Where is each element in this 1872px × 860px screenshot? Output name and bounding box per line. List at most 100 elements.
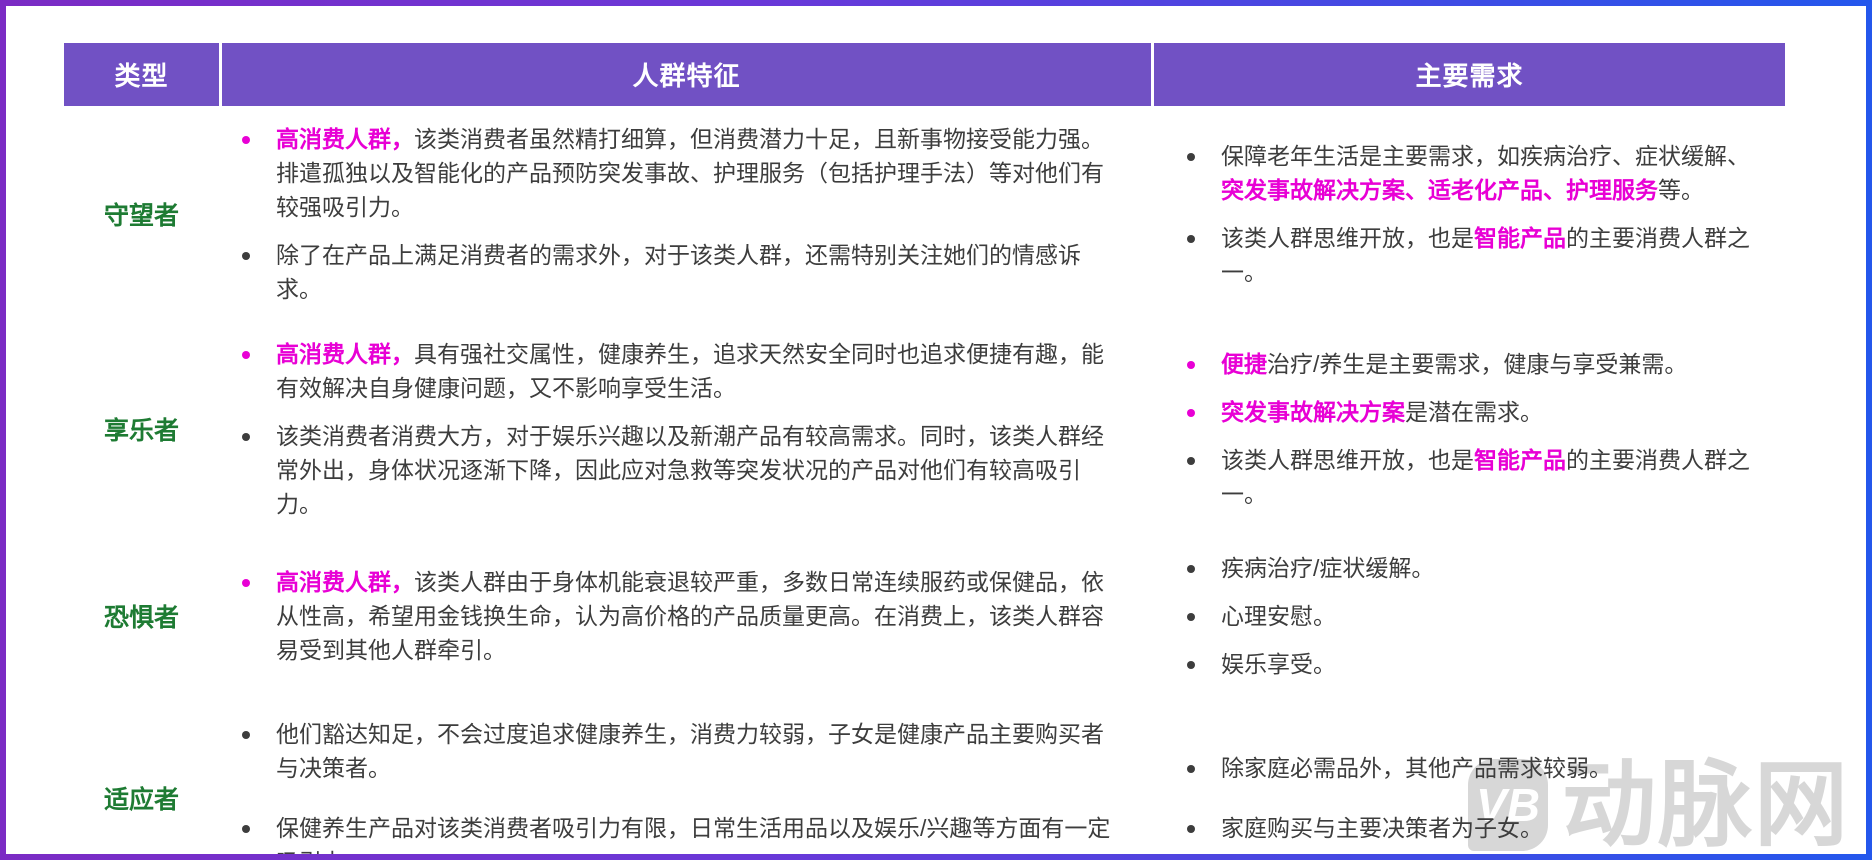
text-segment: 治疗/养生是主要需求，健康与享受兼需。 [1267, 351, 1688, 377]
slide-canvas: 类型 人群特征 主要需求 守望者 高消费人群，该类消费者虽然精打细算，但消费潜力十… [6, 6, 1866, 854]
window-frame: 类型 人群特征 主要需求 守望者 高消费人群，该类消费者虽然精打细算，但消费潜力十… [0, 0, 1872, 860]
bullet-item: 保障老年生活是主要需求，如疾病治疗、症状缓解、突发事故解决方案、适老化产品、护理… [1179, 139, 1775, 207]
bullet-icon [1187, 235, 1195, 243]
text-segment: 高消费人群， [276, 126, 414, 152]
text-segment: 高消费人群， [276, 341, 414, 367]
text-segment: 突发事故解决方案、适老化产品、护理服务 [1221, 177, 1658, 203]
bullet-text: 突发事故解决方案是潜在需求。 [1221, 395, 1756, 429]
row-type-label: 适应者 [103, 786, 179, 814]
bullet-icon [1187, 153, 1195, 161]
bullet-item: 突发事故解决方案是潜在需求。 [1179, 395, 1775, 429]
bullet-item: 该类人群思维开放，也是智能产品的主要消费人群之一。 [1179, 221, 1775, 289]
bullet-text: 保障老年生活是主要需求，如疾病治疗、症状缓解、突发事故解决方案、适老化产品、护理… [1221, 139, 1756, 207]
text-segment: 智能产品 [1474, 225, 1566, 251]
bullet-icon [242, 252, 250, 260]
bullet-icon [242, 433, 250, 441]
bullet-icon [242, 136, 250, 144]
table-row: 恐惧者 高消费人群，该类人群由于身体机能衰退较严重，多数日常连续服药或保健品，依从… [64, 536, 1785, 696]
text-segment: 该类人群思维开放，也是 [1221, 447, 1474, 473]
bullet-item: 疾病治疗/症状缓解。 [1179, 551, 1775, 585]
bullet-icon [242, 731, 250, 739]
table-header-row: 类型 人群特征 主要需求 [64, 43, 1785, 106]
bullet-icon [242, 579, 250, 587]
needs-cell: 保障老年生活是主要需求，如疾病治疗、症状缓解、突发事故解决方案、适老化产品、护理… [1151, 106, 1785, 322]
text-segment: 该类人群思维开放，也是 [1221, 225, 1474, 251]
bullet-icon [1187, 565, 1195, 573]
bullet-text: 娱乐享受。 [1221, 647, 1756, 681]
text-segment: 智能产品 [1474, 447, 1566, 473]
bullet-text: 保健养生产品对该类消费者吸引力有限，日常生活用品以及娱乐/兴趣等方面有一定吸引力… [276, 811, 1118, 854]
bullet-text: 高消费人群，该类消费者虽然精打细算，但消费潜力十足，且新事物接受能力强。排遣孤独… [276, 122, 1118, 224]
row-type-label: 守望者 [103, 202, 179, 230]
needs-cell: 除家庭必需品外，其他产品需求较弱。 家庭购买与主要决策者为子女。 [1151, 696, 1785, 854]
type-cell: 恐惧者 [64, 536, 219, 696]
bullet-icon [1187, 613, 1195, 621]
text-segment: 该类消费者消费大方，对于娱乐兴趣以及新潮产品有较高需求。同时，该类人群经常外出，… [276, 423, 1104, 517]
text-segment: 保健养生产品对该类消费者吸引力有限，日常生活用品以及娱乐/兴趣等方面有一定吸引力… [276, 815, 1111, 854]
bullet-icon [242, 825, 250, 833]
bullet-text: 便捷治疗/养生是主要需求，健康与享受兼需。 [1221, 347, 1756, 381]
header-cell-traits: 人群特征 [219, 43, 1151, 106]
bullet-text: 心理安慰。 [1221, 599, 1756, 633]
bullet-icon [1187, 361, 1195, 369]
consumer-type-table: 类型 人群特征 主要需求 守望者 高消费人群，该类消费者虽然精打细算，但消费潜力十… [64, 43, 1785, 854]
traits-cell: 高消费人群，具有强社交属性，健康养生，追求天然安全同时也追求便捷有趣，能有效解决… [219, 322, 1151, 536]
header-cell-needs: 主要需求 [1151, 43, 1785, 106]
bullet-icon [1187, 661, 1195, 669]
table-row: 享乐者 高消费人群，具有强社交属性，健康养生，追求天然安全同时也追求便捷有趣，能有… [64, 322, 1785, 536]
bullet-text: 该类人群思维开放，也是智能产品的主要消费人群之一。 [1221, 221, 1756, 289]
row-type-label: 恐惧者 [103, 604, 179, 632]
bullet-icon [1187, 457, 1195, 465]
table-row: 适应者 他们豁达知足，不会过度追求健康养生，消费力较弱，子女是健康产品主要购买者与… [64, 696, 1785, 854]
bullet-item: 高消费人群，该类人群由于身体机能衰退较严重，多数日常连续服药或保健品，依从性高，… [234, 565, 1133, 667]
bullet-item: 该类人群思维开放，也是智能产品的主要消费人群之一。 [1179, 443, 1775, 511]
text-segment: 疾病治疗/症状缓解。 [1221, 555, 1435, 581]
type-cell: 享乐者 [64, 322, 219, 536]
text-segment: 娱乐享受。 [1221, 651, 1336, 677]
bullet-text: 除家庭必需品外，其他产品需求较弱。 [1221, 751, 1756, 785]
traits-cell: 他们豁达知足，不会过度追求健康养生，消费力较弱，子女是健康产品主要购买者与决策者… [219, 696, 1151, 854]
row-type-label: 享乐者 [103, 417, 179, 445]
text-segment: 便捷 [1221, 351, 1267, 377]
traits-cell: 高消费人群，该类消费者虽然精打细算，但消费潜力十足，且新事物接受能力强。排遣孤独… [219, 106, 1151, 322]
bullet-icon [1187, 825, 1195, 833]
bullet-text: 高消费人群，具有强社交属性，健康养生，追求天然安全同时也追求便捷有趣，能有效解决… [276, 337, 1118, 405]
bullet-icon [1187, 409, 1195, 417]
bullet-item: 保健养生产品对该类消费者吸引力有限，日常生活用品以及娱乐/兴趣等方面有一定吸引力… [234, 811, 1133, 854]
bullet-item: 家庭购买与主要决策者为子女。 [1179, 811, 1775, 845]
header-cell-type: 类型 [64, 43, 219, 106]
needs-cell: 便捷治疗/养生是主要需求，健康与享受兼需。 突发事故解决方案是潜在需求。 该类人群思… [1151, 322, 1785, 536]
bullet-item: 除家庭必需品外，其他产品需求较弱。 [1179, 751, 1775, 785]
text-segment: 高消费人群， [276, 569, 414, 595]
bullet-item: 该类消费者消费大方，对于娱乐兴趣以及新潮产品有较高需求。同时，该类人群经常外出，… [234, 419, 1133, 521]
bullet-icon [242, 351, 250, 359]
bullet-text: 该类消费者消费大方，对于娱乐兴趣以及新潮产品有较高需求。同时，该类人群经常外出，… [276, 419, 1118, 521]
text-segment: 突发事故解决方案 [1221, 399, 1405, 425]
table-row: 守望者 高消费人群，该类消费者虽然精打细算，但消费潜力十足，且新事物接受能力强。排… [64, 106, 1785, 322]
text-segment: 除了在产品上满足消费者的需求外，对于该类人群，还需特别关注她们的情感诉求。 [276, 242, 1081, 302]
bullet-item: 便捷治疗/养生是主要需求，健康与享受兼需。 [1179, 347, 1775, 381]
table-body: 守望者 高消费人群，该类消费者虽然精打细算，但消费潜力十足，且新事物接受能力强。排… [64, 106, 1785, 854]
bullet-text: 该类人群思维开放，也是智能产品的主要消费人群之一。 [1221, 443, 1756, 511]
text-segment: 保障老年生活是主要需求，如疾病治疗、症状缓解、 [1221, 143, 1750, 169]
needs-cell: 疾病治疗/症状缓解。 心理安慰。娱乐享受。 [1151, 536, 1785, 696]
text-segment: 心理安慰。 [1221, 603, 1336, 629]
text-segment: 等。 [1658, 177, 1704, 203]
bullet-item: 娱乐享受。 [1179, 647, 1775, 681]
text-segment: 家庭购买与主要决策者为子女。 [1221, 815, 1543, 841]
bullet-item: 高消费人群，具有强社交属性，健康养生，追求天然安全同时也追求便捷有趣，能有效解决… [234, 337, 1133, 405]
bullet-text: 疾病治疗/症状缓解。 [1221, 551, 1756, 585]
text-segment: 除家庭必需品外，其他产品需求较弱。 [1221, 755, 1612, 781]
traits-cell: 高消费人群，该类人群由于身体机能衰退较严重，多数日常连续服药或保健品，依从性高，… [219, 536, 1151, 696]
type-cell: 守望者 [64, 106, 219, 322]
text-segment: 他们豁达知足，不会过度追求健康养生，消费力较弱，子女是健康产品主要购买者与决策者… [276, 721, 1104, 781]
bullet-item: 高消费人群，该类消费者虽然精打细算，但消费潜力十足，且新事物接受能力强。排遣孤独… [234, 122, 1133, 224]
bullet-text: 除了在产品上满足消费者的需求外，对于该类人群，还需特别关注她们的情感诉求。 [276, 238, 1118, 306]
type-cell: 适应者 [64, 696, 219, 854]
bullet-item: 他们豁达知足，不会过度追求健康养生，消费力较弱，子女是健康产品主要购买者与决策者… [234, 717, 1133, 785]
text-segment: 是潜在需求。 [1405, 399, 1543, 425]
bullet-text: 他们豁达知足，不会过度追求健康养生，消费力较弱，子女是健康产品主要购买者与决策者… [276, 717, 1118, 785]
bullet-text: 家庭购买与主要决策者为子女。 [1221, 811, 1756, 845]
bullet-item: 除了在产品上满足消费者的需求外，对于该类人群，还需特别关注她们的情感诉求。 [234, 238, 1133, 306]
bullet-item: 心理安慰。 [1179, 599, 1775, 633]
